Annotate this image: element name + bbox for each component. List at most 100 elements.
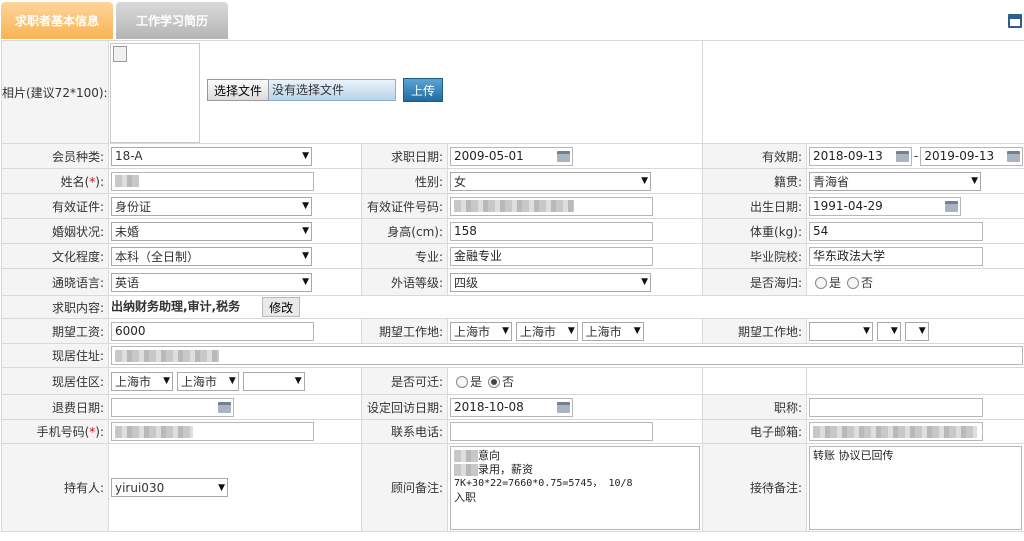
redacted-id-number — [454, 200, 574, 212]
upload-button[interactable]: 上传 — [403, 78, 444, 102]
expected-place-2-district-select[interactable]: ▼ — [904, 321, 929, 341]
marital-select[interactable]: 未婚 ▼ — [111, 221, 312, 241]
applicant-form: 相片(建议72*100): 选择文件 没有选择文件 上传 会员种类: 18-A ▼ … — [1, 40, 1024, 532]
expected-salary-input[interactable]: 6000 — [111, 321, 314, 341]
empty-cell — [702, 367, 807, 395]
name-label: 姓名(*): — [1, 168, 109, 194]
edit-job-content-button[interactable]: 修改 — [262, 297, 301, 317]
empty-cell — [806, 367, 1024, 395]
id-type-select[interactable]: 身份证 ▼ — [111, 196, 312, 216]
school-input[interactable]: 华东政法大学 — [809, 246, 983, 266]
gender-label: 性别: — [361, 168, 448, 194]
title-label: 职称: — [702, 394, 807, 420]
language-select[interactable]: 英语 ▼ — [111, 272, 312, 292]
calendar-icon[interactable] — [945, 200, 958, 212]
height-input[interactable]: 158 — [450, 221, 653, 241]
relocate-no-radio[interactable] — [488, 376, 501, 388]
id-number-label: 有效证件号码: — [361, 193, 448, 219]
valid-from-value: 2018-09-13 — [813, 148, 883, 163]
chevron-down-icon: ▼ — [502, 326, 509, 336]
major-input[interactable]: 金融专业 — [450, 246, 653, 266]
tab-resume[interactable]: 工作学习简历 — [116, 2, 228, 39]
redacted-note — [454, 463, 478, 476]
weight-input[interactable]: 54 — [809, 221, 983, 241]
callback-date-input[interactable]: 2018-10-08 — [450, 397, 573, 417]
calendar-icon[interactable] — [557, 401, 570, 413]
tab-basic-info[interactable]: 求职者基本信息 — [1, 2, 113, 39]
district-label: 现居住区: — [1, 367, 109, 395]
redacted-note — [454, 449, 478, 462]
place-district-value: 上海市 — [585, 324, 622, 339]
school-label: 毕业院校: — [702, 243, 807, 269]
holder-value: yirui030 — [115, 480, 165, 495]
phone-input[interactable] — [450, 422, 653, 441]
calendar-icon[interactable] — [1007, 150, 1021, 162]
chevron-down-icon: ▼ — [567, 326, 575, 336]
mobile-label: 手机号码(*): — [1, 419, 109, 444]
chevron-down-icon: ▼ — [641, 176, 648, 186]
tab-bar: 求职者基本信息 工作学习简历 — [0, 0, 1024, 40]
chevron-down-icon: ▼ — [163, 376, 170, 386]
refund-date-input[interactable] — [111, 397, 234, 417]
consultant-note-textarea[interactable]: 意向 录用，薪资 7K+30*22=7660*0.75=5745， 10/8 入… — [450, 445, 700, 530]
job-content-value: 出纳财务助理,审计,税务 — [111, 299, 241, 314]
overseas-no-label: 否 — [861, 275, 874, 290]
choose-file-button[interactable]: 选择文件 — [207, 79, 270, 101]
overseas-label: 是否海归: — [702, 268, 807, 296]
district-city-select[interactable]: 上海市 ▼ — [176, 371, 239, 391]
place-province-value: 上海市 — [454, 324, 491, 339]
native-value: 青海省 — [813, 174, 850, 189]
foreign-level-value: 四级 — [454, 275, 479, 290]
apply-date-label: 求职日期: — [361, 143, 448, 169]
education-select[interactable]: 本科（全日制） ▼ — [111, 246, 312, 266]
holder-select[interactable]: yirui030 ▼ — [111, 478, 228, 497]
valid-from-input[interactable]: 2018-09-13 — [809, 146, 912, 166]
reception-note-label: 接待备注: — [702, 443, 807, 532]
callback-date-label: 设定回访日期: — [361, 394, 448, 420]
mobile-input[interactable] — [111, 422, 314, 441]
birth-date-input[interactable]: 1991-04-29 — [809, 196, 961, 216]
chevron-down-icon: ▼ — [302, 201, 309, 211]
apply-date-value: 2009-05-01 — [454, 148, 524, 163]
name-input[interactable] — [111, 171, 314, 191]
address-input[interactable] — [111, 346, 1023, 365]
calendar-icon[interactable] — [218, 401, 231, 413]
overseas-no-radio[interactable] — [847, 277, 860, 289]
id-number-input[interactable] — [450, 196, 653, 216]
calendar-icon[interactable] — [896, 150, 909, 162]
member-type-select[interactable]: 18-A ▼ — [111, 146, 312, 166]
expected-place-2-province-select[interactable]: ▼ — [809, 321, 873, 341]
relocate-yes-radio[interactable] — [456, 376, 468, 388]
reception-note-textarea[interactable]: 转账 协议已回传 — [809, 445, 1022, 530]
apply-date-input[interactable]: 2009-05-01 — [450, 146, 573, 166]
overseas-yes-label: 是 — [829, 275, 842, 290]
redacted-address — [115, 349, 219, 362]
chevron-down-icon: ▼ — [302, 151, 309, 161]
expected-place-2-city-select[interactable]: ▼ — [876, 321, 901, 341]
email-input[interactable] — [809, 422, 983, 441]
foreign-level-label: 外语等级: — [361, 268, 448, 296]
expected-place-district-select[interactable]: 上海市 ▼ — [581, 321, 644, 341]
chevron-down-icon: ▼ — [302, 277, 309, 287]
gender-select[interactable]: 女 ▼ — [450, 171, 651, 191]
title-input[interactable] — [809, 397, 983, 417]
calendar-icon[interactable] — [557, 150, 570, 162]
expected-place-city-select[interactable]: 上海市 ▼ — [515, 321, 578, 341]
height-label: 身高(cm): — [361, 218, 448, 244]
holder-label: 持有人: — [1, 443, 109, 532]
expected-place-province-select[interactable]: 上海市 ▼ — [450, 321, 512, 341]
major-label: 专业: — [361, 243, 448, 269]
foreign-level-select[interactable]: 四级 ▼ — [450, 272, 651, 292]
refund-date-label: 退费日期: — [1, 394, 109, 420]
photo-preview — [110, 42, 200, 143]
overseas-yes-radio[interactable] — [815, 277, 827, 289]
save-icon[interactable] — [1008, 14, 1022, 28]
native-select[interactable]: 青海省 ▼ — [809, 171, 981, 191]
district-province-select[interactable]: 上海市 ▼ — [111, 371, 173, 391]
district-city-value: 上海市 — [180, 374, 217, 389]
valid-to-input[interactable]: 2019-09-13 — [920, 146, 1024, 166]
district-area-select[interactable]: ▼ — [242, 371, 305, 391]
language-value: 英语 — [115, 275, 140, 290]
education-value: 本科（全日制） — [115, 249, 200, 264]
redacted-mobile — [115, 425, 193, 438]
